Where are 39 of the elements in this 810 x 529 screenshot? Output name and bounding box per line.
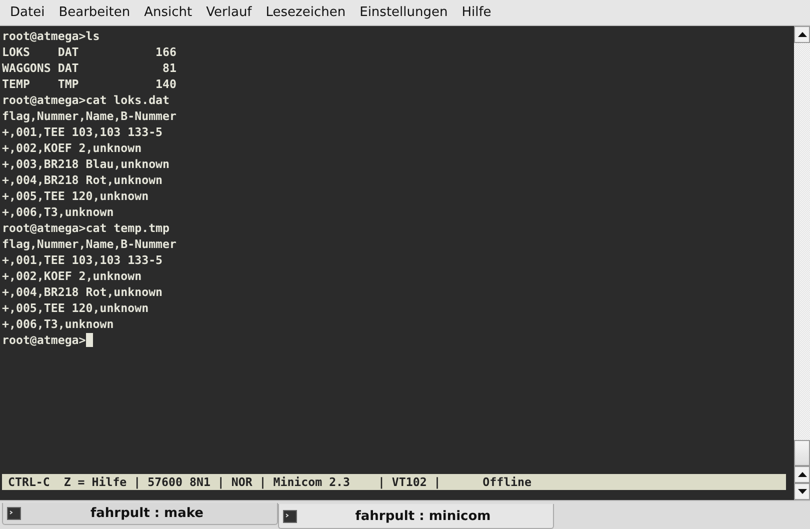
terminal-line: +,002,KOEF 2,unknown — [2, 268, 142, 284]
terminal-line: +,005,TEE 120,unknown — [2, 300, 149, 316]
menu-item[interactable]: Einstellungen — [352, 5, 455, 20]
scroll-thumb[interactable] — [794, 440, 810, 466]
scroll-up-icon — [798, 472, 806, 477]
terminal-icon — [7, 507, 21, 520]
scroll-down-icon — [798, 489, 806, 494]
terminal-line: +,001,TEE 103,103 133-5 — [2, 124, 163, 140]
scroll-up-button[interactable] — [794, 26, 810, 43]
terminal-line: +,004,BR218 Rot,unknown — [2, 284, 163, 300]
menu-item[interactable]: Datei — [3, 5, 52, 20]
scrollbar[interactable] — [794, 26, 810, 500]
terminal-line: +,002,KOEF 2,unknown — [2, 140, 142, 156]
tab[interactable]: fahrpult : make — [2, 503, 278, 525]
terminal-line: TEMP TMP 140 — [2, 76, 177, 92]
terminal-line: root@atmega>ls — [2, 28, 100, 44]
terminal-line: +,005,TEE 120,unknown — [2, 188, 149, 204]
terminal-line: LOKS DAT 166 — [2, 44, 177, 60]
menu-item[interactable]: Hilfe — [454, 5, 498, 20]
menu-item[interactable]: Bearbeiten — [52, 5, 138, 20]
terminal-line: +,003,BR218 Blau,unknown — [2, 156, 170, 172]
terminal-line: root@atmega>cat loks.dat — [2, 92, 170, 108]
terminal-line: flag,Nummer,Name,B-Nummer — [2, 108, 177, 124]
scroll-down-button[interactable] — [794, 483, 810, 500]
terminal-line: +,006,T3,unknown — [2, 316, 114, 332]
tab[interactable]: fahrpult : minicom — [278, 504, 554, 529]
terminal-icon — [283, 510, 297, 522]
terminal-line: root@atmega>cat temp.tmp — [2, 220, 170, 236]
terminal-line: WAGGONS DAT 81 — [2, 60, 177, 76]
scroll-up-icon — [798, 32, 806, 37]
terminal-line: root@atmega> — [2, 332, 86, 348]
menu-item[interactable]: Lesezeichen — [258, 5, 353, 20]
terminal-line: +,001,TEE 103,103 133-5 — [2, 252, 163, 268]
terminal-line: flag,Nummer,Name,B-Nummer — [2, 236, 177, 252]
menu-item[interactable]: Verlauf — [199, 5, 259, 20]
terminal-line: +,004,BR218 Rot,unknown — [2, 172, 163, 188]
menu-item[interactable]: Ansicht — [137, 5, 200, 20]
terminal-line: +,006,T3,unknown — [2, 204, 114, 220]
scroll-up-button[interactable] — [794, 466, 810, 483]
